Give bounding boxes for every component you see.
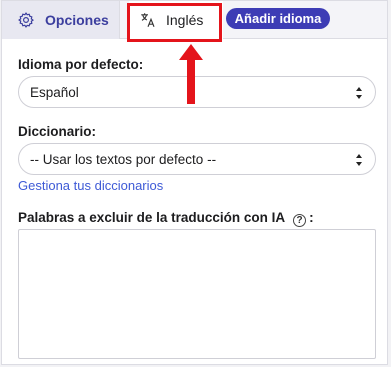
red-arrow-annotation <box>179 44 203 104</box>
sort-chevrons-icon <box>355 86 363 100</box>
add-language-label: Añadir idioma <box>234 11 322 26</box>
add-language-button[interactable]: Añadir idioma <box>226 8 330 29</box>
dictionary-label: Diccionario: <box>18 124 97 139</box>
translate-icon <box>139 11 157 29</box>
default-language-value: Español <box>30 84 79 100</box>
tab-bar: Opciones Inglés Añadir idioma <box>2 1 387 39</box>
tab-english[interactable]: Inglés <box>129 1 223 39</box>
tab-options[interactable]: Opciones <box>2 1 120 39</box>
dictionary-select[interactable]: -- Usar los textos por defecto -- <box>18 143 376 175</box>
exclude-words-label: Palabras a excluir de la traducción con … <box>18 210 314 227</box>
exclude-words-text: Palabras a excluir de la traducción con … <box>18 210 286 225</box>
sort-chevrons-icon <box>355 153 363 167</box>
manage-dictionaries-link[interactable]: Gestiona tus diccionarios <box>18 178 163 193</box>
help-circle-icon[interactable]: ? <box>293 214 307 227</box>
default-language-label: Idioma por defecto: <box>18 57 144 72</box>
tab-options-label: Opciones <box>45 12 109 28</box>
dictionary-value: -- Usar los textos por defecto -- <box>30 151 217 167</box>
tab-english-label: Inglés <box>166 12 204 28</box>
exclude-words-colon: : <box>309 210 314 225</box>
gear-icon <box>17 11 35 29</box>
exclude-words-textarea[interactable] <box>18 229 376 359</box>
